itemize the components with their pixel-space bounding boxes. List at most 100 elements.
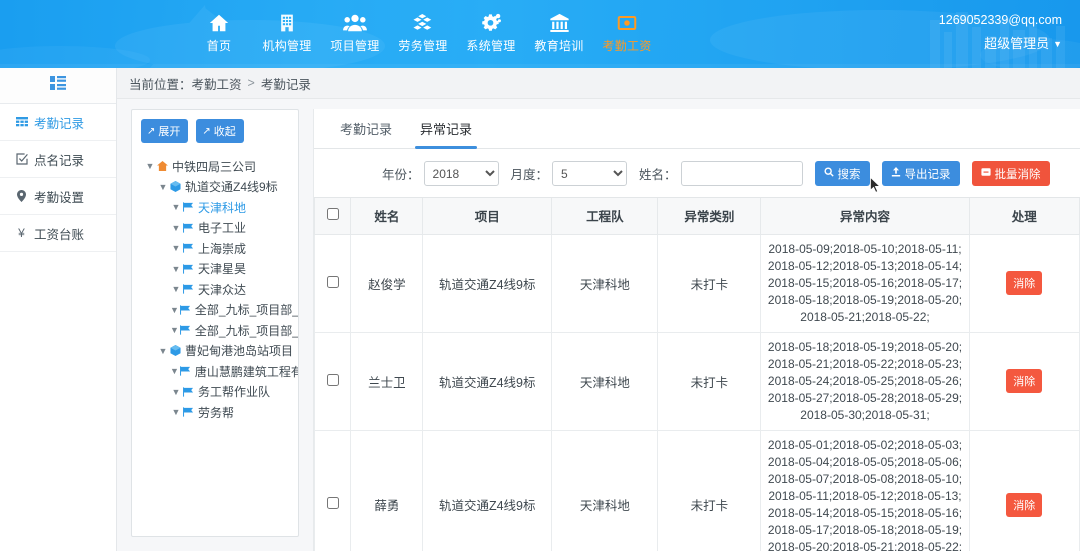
clear-record-button[interactable]: 消除	[1006, 369, 1043, 394]
collapse-all-label: 收起	[213, 126, 236, 139]
tab-label: 考勤记录	[340, 122, 393, 138]
breadcrumb-root[interactable]: 考勤工资	[192, 74, 242, 93]
nav-item-label: 考勤工资	[602, 39, 652, 53]
month-select[interactable]: 5	[552, 161, 628, 187]
org-tree: ▼ 中铁四局三公司 ▼ 轨道交通Z4线9标 ▼ 天津科地 ▼ 电子工业 ▼ 上海…	[132, 152, 298, 423]
filter-bar: 年份： 2018 月度： 5 姓名： 搜索 导出记录 批量消除	[314, 149, 1080, 197]
cell-exception-content: 2018-05-18;2018-05-19;2018-05-20;2018-05…	[760, 331, 970, 431]
sidebar-item-rollcall-records[interactable]: 点名记录	[0, 141, 116, 178]
nav-item-labor-management[interactable]: 劳务管理	[389, 8, 457, 54]
flag-node-icon	[183, 223, 194, 233]
user-area: 1269052339@qq.com 超级管理员 ▼	[939, 11, 1062, 54]
sidebar-item-salary-ledger[interactable]: ¥ 工资台账	[0, 215, 116, 252]
chevron-down-icon[interactable]: ▼	[144, 161, 156, 171]
nav-item-education-training[interactable]: 教育培训	[525, 8, 593, 54]
chevron-down-icon[interactable]: ▼	[170, 366, 179, 376]
chevron-down-icon[interactable]: ▼	[170, 202, 182, 212]
table-row[interactable]: 赵俊学 轨道交通Z4线9标 天津科地 未打卡 2018-05-09;2018-0…	[314, 233, 1080, 333]
tree-node-label: 务工帮作业队	[198, 385, 271, 400]
tree-node[interactable]: ▼ 全部_九标_项目部_工	[138, 300, 298, 321]
search-icon	[824, 167, 834, 180]
money-icon	[616, 10, 638, 36]
tree-node[interactable]: ▼ 天津星昊	[138, 259, 298, 280]
cell-project: 轨道交通Z4线9标	[422, 331, 553, 431]
tree-node[interactable]: ▼ 劳务帮	[138, 402, 298, 423]
export-records-button[interactable]: 导出记录	[881, 161, 960, 187]
tab-attendance-records[interactable]: 考勤记录	[326, 109, 406, 148]
sidebar-item-attendance-records[interactable]: 考勤记录	[0, 104, 116, 141]
nav-item-system-management[interactable]: 系统管理	[457, 8, 525, 54]
nav-item-label: 系统管理	[466, 39, 516, 53]
year-select[interactable]: 2018	[423, 161, 499, 187]
nav-item-attendance-salary[interactable]: 考勤工资	[593, 8, 661, 54]
sidebar-item-label: 工资台账	[34, 227, 85, 242]
search-button[interactable]: 搜索	[814, 161, 870, 187]
flag-node-icon	[183, 202, 194, 212]
tree-node[interactable]: ▼ 电子工业	[138, 218, 298, 239]
nav-item-project-management[interactable]: 项目管理	[321, 8, 389, 54]
chevron-down-icon[interactable]: ▼	[170, 243, 182, 253]
breadcrumb-separator: >	[247, 76, 255, 91]
tree-node-label: 天津星昊	[198, 262, 247, 277]
chevron-down-icon[interactable]: ▼	[170, 264, 182, 274]
expand-all-button[interactable]: ↗ 展开	[141, 119, 189, 144]
sidebar-toggle-button[interactable]	[0, 68, 116, 104]
exception-table: 姓名 项目 工程队 异常类别 异常内容 处理 赵俊学 轨道交通Z4线9标 天津科…	[314, 198, 1080, 551]
row-checkbox[interactable]	[326, 275, 339, 288]
tree-node[interactable]: ▼ 唐山慧鹏建筑工程有	[138, 361, 298, 382]
flag-node-icon	[179, 325, 191, 335]
tree-node[interactable]: ▼ 曹妃甸港池岛站项目	[138, 341, 298, 362]
batch-clear-button[interactable]: 批量消除	[971, 161, 1050, 187]
chevron-down-icon[interactable]: ▼	[157, 182, 169, 192]
name-input[interactable]	[680, 161, 803, 187]
sidebar-item-attendance-settings[interactable]: 考勤设置	[0, 178, 116, 215]
box-node-icon	[170, 181, 181, 193]
collapse-arrow-icon: ↗	[202, 125, 211, 137]
tree-node[interactable]: ▼ 轨道交通Z4线9标	[138, 177, 298, 198]
tree-node-selected[interactable]: ▼ 天津科地	[138, 197, 298, 218]
clear-record-button[interactable]: 消除	[1006, 492, 1043, 517]
table-header-row: 姓名 项目 工程队 异常类别 异常内容 处理	[314, 198, 1080, 235]
chevron-down-icon[interactable]: ▼	[170, 387, 182, 397]
record-tabs: 考勤记录 异常记录	[314, 109, 1080, 150]
tree-node[interactable]: ▼ 上海崇成	[138, 238, 298, 259]
nav-item-home[interactable]: 首页	[185, 8, 253, 54]
name-label: 姓名：	[639, 168, 677, 183]
chevron-down-icon[interactable]: ▼	[170, 223, 182, 233]
content-panes: ↗ 展开 ↗ 收起 ▼ 中铁四局三公司 ▼ 轨道交通Z4线9标 ▼ 天津科地 ▼…	[117, 99, 1080, 551]
chevron-down-icon[interactable]: ▼	[170, 284, 182, 294]
collapse-all-button[interactable]: ↗ 收起	[196, 119, 244, 144]
tree-node[interactable]: ▼ 务工帮作业队	[138, 382, 298, 403]
mouse-cursor-icon	[870, 176, 881, 193]
select-all-checkbox[interactable]	[326, 208, 339, 221]
org-tree-panel: ↗ 展开 ↗ 收起 ▼ 中铁四局三公司 ▼ 轨道交通Z4线9标 ▼ 天津科地 ▼…	[131, 109, 299, 538]
nav-item-label: 教育培训	[534, 39, 584, 53]
cell-exception-type: 未打卡	[657, 233, 762, 333]
chevron-down-icon[interactable]: ▼	[170, 407, 182, 417]
table-row[interactable]: 薛勇 轨道交通Z4线9标 天津科地 未打卡 2018-05-01;2018-05…	[314, 429, 1080, 551]
tree-node[interactable]: ▼ 中铁四局三公司	[138, 156, 298, 177]
expand-all-label: 展开	[158, 126, 181, 139]
flag-node-icon	[183, 284, 194, 294]
chevron-down-icon[interactable]: ▼	[157, 346, 169, 356]
clear-record-button[interactable]: 消除	[1006, 271, 1043, 296]
chevron-down-icon[interactable]: ▼	[170, 325, 179, 335]
nav-item-org-management[interactable]: 机构管理	[253, 8, 321, 54]
tree-node[interactable]: ▼ 全部_九标_项目部_安	[138, 320, 298, 341]
breadcrumb-current: 考勤记录	[260, 77, 311, 92]
column-header-select-all	[314, 198, 352, 235]
chevron-down-icon: ▼	[1053, 39, 1062, 50]
chevron-down-icon[interactable]: ▼	[170, 305, 179, 315]
main-content: 当前位置： 考勤工资 > 考勤记录 ↗ 展开 ↗ 收起 ▼ 中铁四局三公司 ▼ …	[117, 68, 1080, 551]
table-row[interactable]: 兰士卫 轨道交通Z4线9标 天津科地 未打卡 2018-05-18;2018-0…	[314, 331, 1080, 431]
breadcrumb-prefix: 当前位置：	[129, 77, 192, 92]
user-role-menu[interactable]: 超级管理员 ▼	[939, 35, 1062, 54]
left-sidebar: 考勤记录 点名记录 考勤设置 ¥ 工资台账	[0, 68, 117, 551]
row-checkbox[interactable]	[326, 497, 339, 510]
row-checkbox[interactable]	[326, 373, 339, 386]
sidebar-item-label: 点名记录	[34, 153, 85, 168]
tree-node[interactable]: ▼ 天津众达	[138, 279, 298, 300]
user-role-label: 超级管理员	[984, 36, 1050, 52]
sidebar-item-label: 考勤设置	[34, 190, 85, 205]
tab-exception-records[interactable]: 异常记录	[406, 109, 486, 150]
